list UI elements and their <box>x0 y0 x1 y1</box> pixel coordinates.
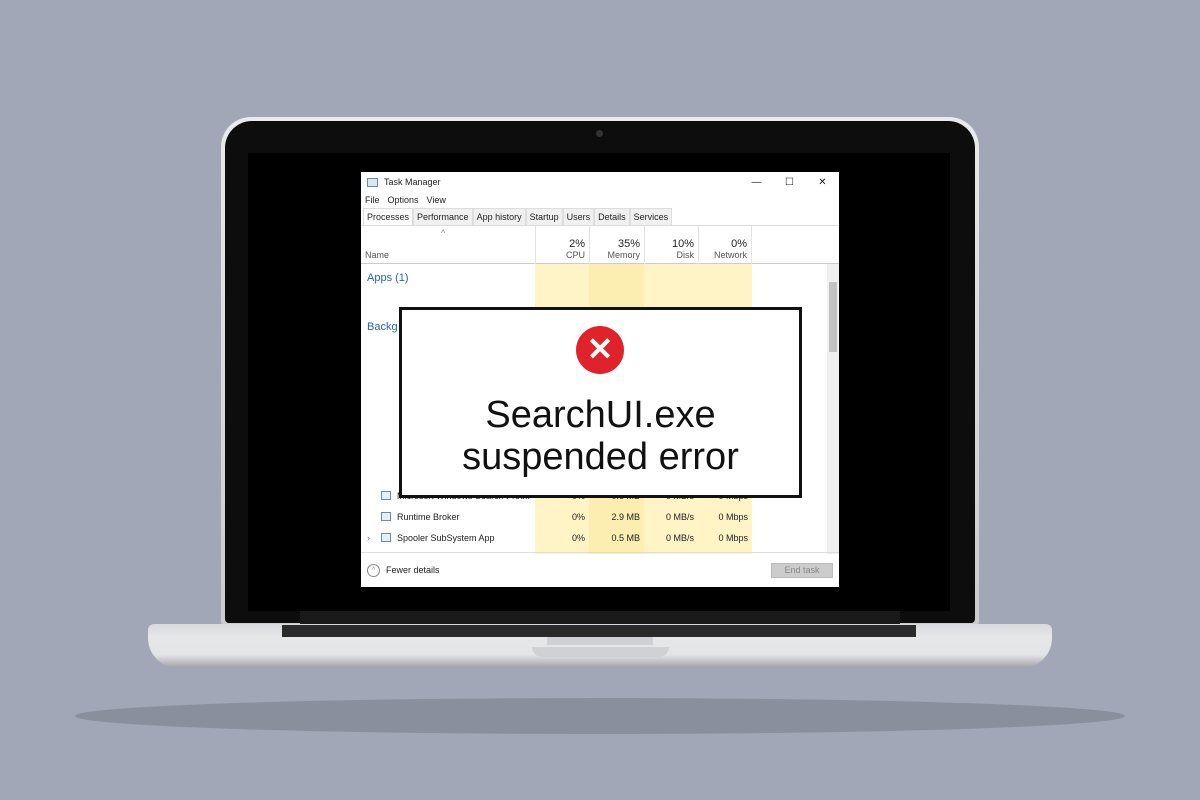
menu-view[interactable]: View <box>427 195 446 205</box>
task-manager-icon <box>367 177 378 187</box>
table-row[interactable]: › Spooler SubSystem App 0% 0.5 MB 0 MB/s… <box>361 527 827 548</box>
footer: ^ Fewer details End task <box>361 552 839 587</box>
error-line-1: SearchUI.exe <box>485 394 716 436</box>
error-dialog: ✕ SearchUI.exe suspended error <box>399 307 802 498</box>
scrollbar[interactable] <box>827 264 839 554</box>
tab-app-history[interactable]: App history <box>472 208 526 225</box>
tab-services[interactable]: Services <box>629 208 673 225</box>
sort-indicator: ^ <box>441 228 446 238</box>
tab-users[interactable]: Users <box>562 208 595 225</box>
keyboard <box>282 625 916 637</box>
webcam <box>596 130 603 137</box>
group-background[interactable]: Backg <box>367 321 398 333</box>
column-memory[interactable]: 35% Memory <box>589 226 644 264</box>
maximize-button[interactable]: ☐ <box>773 177 806 188</box>
column-network[interactable]: 0% Network <box>698 226 752 264</box>
laptop-shadow <box>75 698 1125 734</box>
tab-processes[interactable]: Processes <box>363 208 414 225</box>
runtime-broker-icon <box>381 512 391 521</box>
close-button[interactable]: ✕ <box>806 177 839 188</box>
column-cpu[interactable]: 2% CPU <box>535 226 589 264</box>
end-task-button[interactable]: End task <box>771 562 833 578</box>
error-message: SearchUI.exe suspended error <box>402 394 799 478</box>
error-line-2: suspended error <box>462 436 739 478</box>
chevron-up-circle-icon[interactable]: ^ <box>367 563 380 577</box>
menu-bar: File Options View <box>361 192 839 208</box>
search-protocol-icon <box>381 491 391 500</box>
group-apps[interactable]: Apps (1) <box>367 272 409 284</box>
window-title: Task Manager <box>384 177 441 187</box>
fewer-details-link[interactable]: Fewer details <box>386 565 440 575</box>
expand-chevron-icon[interactable]: › <box>367 533 370 543</box>
tab-details[interactable]: Details <box>594 208 630 225</box>
tab-bar: Processes Performance App history Startu… <box>361 208 839 226</box>
column-header: ^ Name 2% CPU 35% Memory 10% Disk 0% Network <box>361 226 839 264</box>
column-disk[interactable]: 10% Disk <box>644 226 698 264</box>
menu-options[interactable]: Options <box>388 195 419 205</box>
column-name[interactable]: Name <box>365 250 389 260</box>
menu-file[interactable]: File <box>365 195 380 205</box>
scrollbar-thumb[interactable] <box>829 282 837 352</box>
table-row[interactable]: Runtime Broker 0% 2.9 MB 0 MB/s 0 Mbps <box>361 506 827 527</box>
printer-icon <box>381 533 391 542</box>
error-x-icon: ✕ <box>576 326 624 374</box>
minimize-button[interactable]: — <box>740 177 773 188</box>
lid-notch <box>532 647 669 657</box>
title-bar: Task Manager — ☐ ✕ <box>361 172 839 192</box>
trackpad <box>547 637 653 645</box>
tab-performance[interactable]: Performance <box>413 208 473 225</box>
tab-startup[interactable]: Startup <box>525 208 563 225</box>
